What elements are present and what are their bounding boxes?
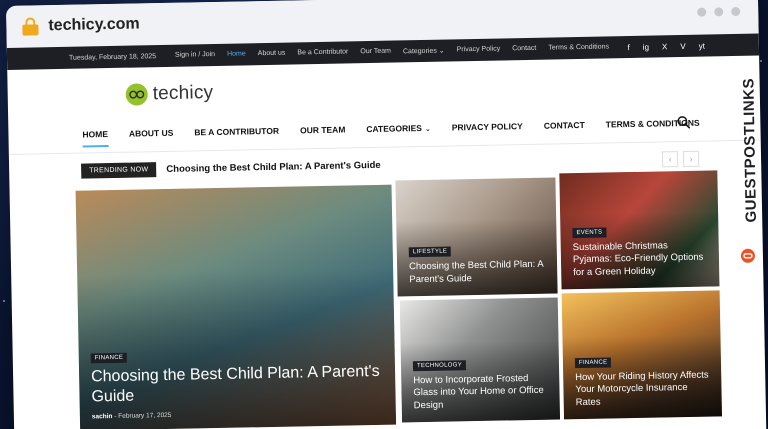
watermark-text: GUESTPOSTLINKS <box>740 77 761 223</box>
trending-arrows: ‹ › <box>661 150 700 168</box>
social-links: f ig X V yt <box>627 41 705 51</box>
nav-home[interactable]: HOME <box>82 123 108 145</box>
featured-card-main[interactable]: FINANCE Choosing the Best Child Plan: A … <box>75 184 397 429</box>
site-logo[interactable]: techicy <box>125 82 214 106</box>
logo-text: techicy <box>152 82 214 105</box>
top-bar-date: Tuesday, February 18, 2025 <box>68 52 157 62</box>
link-chain-icon <box>740 248 756 264</box>
top-link-privacy[interactable]: Privacy Policy <box>457 46 501 55</box>
top-link-terms[interactable]: Terms & Conditions <box>548 43 609 52</box>
nav-be-a-contributor[interactable]: BE A CONTRIBUTOR <box>194 120 279 144</box>
trending-badge: TRENDING NOW <box>81 161 157 179</box>
card-author[interactable]: sachin <box>92 413 113 420</box>
window-controls <box>697 6 741 17</box>
youtube-icon[interactable]: yt <box>699 41 705 50</box>
card-meta: EVENTS Sustainable Christmas Pyjamas: Ec… <box>572 219 709 280</box>
nav-categories-label: CATEGORIES <box>366 123 423 135</box>
nav-categories[interactable]: CATEGORIES ⌄ <box>366 117 431 140</box>
card-meta: FINANCE Choosing the Best Child Plan: A … <box>90 341 386 420</box>
nav-contact[interactable]: CONTACT <box>544 114 585 137</box>
category-badge[interactable]: FINANCE <box>90 352 128 364</box>
window-dot[interactable] <box>697 7 707 17</box>
category-badge[interactable]: LIFESTYLE <box>408 246 452 258</box>
top-link-home[interactable]: Home <box>227 50 246 58</box>
card-date: February 17, 2025 <box>118 411 172 420</box>
window-dot[interactable] <box>731 6 741 17</box>
chevron-down-icon: ⌄ <box>424 125 431 133</box>
featured-card-finance[interactable]: FINANCE How Your Riding History Affects … <box>561 290 723 420</box>
watermark: GUESTPOSTLINKS <box>733 52 761 263</box>
nav-about-us[interactable]: ABOUT US <box>129 122 174 145</box>
search-icon[interactable] <box>676 115 691 129</box>
top-link-categories[interactable]: Categories ⌄ <box>403 47 445 56</box>
top-link-signin[interactable]: Sign in / Join <box>175 51 215 60</box>
category-badge[interactable]: TECHNOLOGY <box>412 360 467 372</box>
chevron-right-icon[interactable]: › <box>682 150 700 168</box>
featured-card-technology[interactable]: TECHNOLOGY How to Incorporate Frosted Gl… <box>399 297 561 423</box>
featured-card-lifestyle[interactable]: LIFESTYLE Choosing the Best Child Plan: … <box>395 177 558 297</box>
trending-headline[interactable]: Choosing the Best Child Plan: A Parent's… <box>166 159 380 174</box>
card-meta: LIFESTYLE Choosing the Best Child Plan: … <box>408 238 548 286</box>
card-meta: TECHNOLOGY How to Incorporate Frosted Gl… <box>412 352 550 413</box>
top-link-categories-label: Categories <box>402 47 437 56</box>
card-meta: FINANCE How Your Riding History Affects … <box>574 349 712 410</box>
vimeo-icon[interactable]: V <box>680 41 686 50</box>
card-title[interactable]: Sustainable Christmas Pyjamas: Eco-Frien… <box>573 240 710 280</box>
top-link-contributor[interactable]: Be a Contributor <box>297 48 348 57</box>
chevron-left-icon[interactable]: ‹ <box>661 151 679 168</box>
chevron-down-icon: ⌄ <box>438 47 445 55</box>
category-badge[interactable]: FINANCE <box>574 357 612 369</box>
x-twitter-icon[interactable]: X <box>662 42 668 51</box>
card-title[interactable]: How to Incorporate Frosted Glass into Yo… <box>413 373 550 413</box>
featured-grid: FINANCE Choosing the Best Child Plan: A … <box>75 170 723 429</box>
nav-privacy-policy[interactable]: PRIVACY POLICY <box>452 115 523 138</box>
address-bar-url[interactable]: techicy.com <box>48 15 140 35</box>
top-link-about[interactable]: About us <box>258 50 286 59</box>
featured-card-events[interactable]: EVENTS Sustainable Christmas Pyjamas: Ec… <box>559 170 720 290</box>
card-title[interactable]: How Your Riding History Affects Your Mot… <box>575 369 712 409</box>
facebook-icon[interactable]: f <box>627 43 629 52</box>
top-link-contact[interactable]: Contact <box>512 45 536 53</box>
instagram-icon[interactable]: ig <box>643 42 649 51</box>
category-badge[interactable]: EVENTS <box>572 227 607 239</box>
card-title[interactable]: Choosing the Best Child Plan: A Parent's… <box>409 259 547 286</box>
nav-our-team[interactable]: OUR TEAM <box>300 119 346 142</box>
top-link-team[interactable]: Our Team <box>360 48 391 57</box>
window-dot[interactable] <box>714 7 724 17</box>
logo-glasses-icon <box>125 83 148 106</box>
browser-window: techicy.com Tuesday, February 18, 2025 S… <box>6 0 767 429</box>
background: techicy.com Tuesday, February 18, 2025 S… <box>0 0 768 429</box>
top-bar-links: Sign in / Join Home About us Be a Contri… <box>175 43 609 59</box>
lock-icon <box>22 17 39 36</box>
card-title[interactable]: Choosing the Best Child Plan: A Parent's… <box>91 362 386 408</box>
